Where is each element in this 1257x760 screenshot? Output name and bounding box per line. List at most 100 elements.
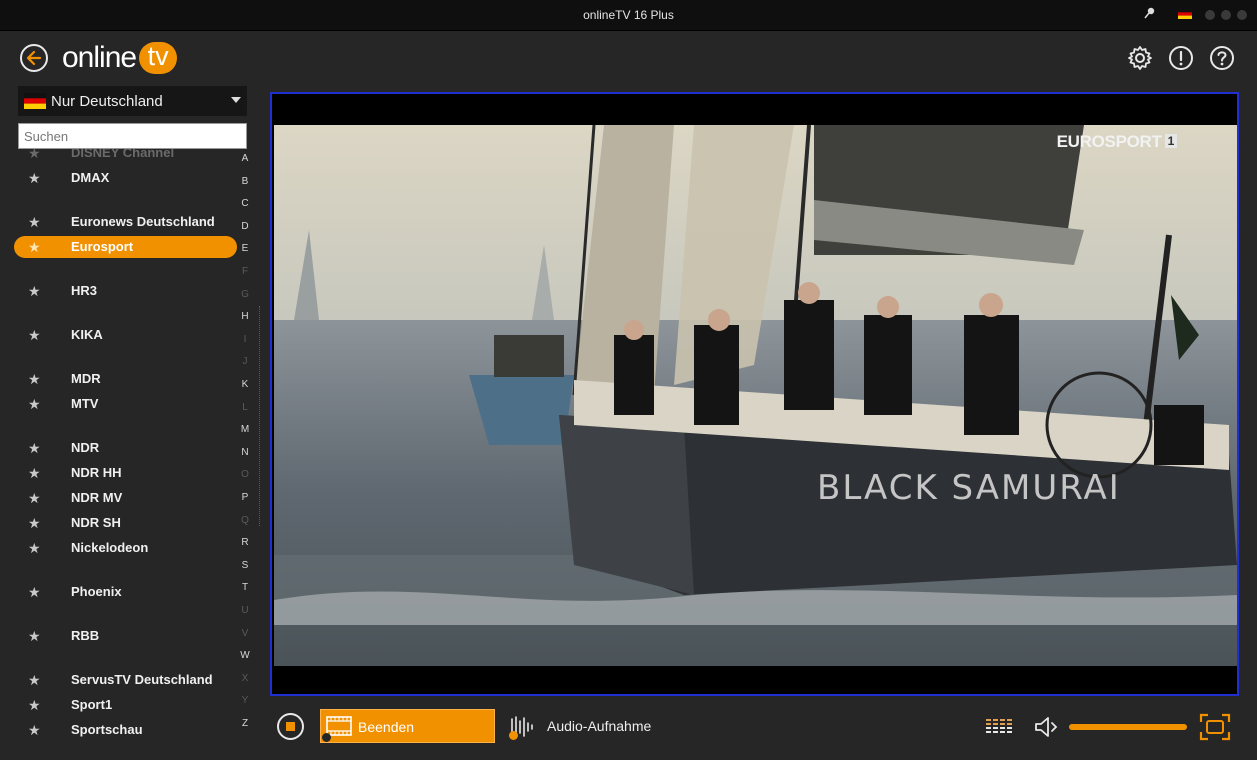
arrow-left-icon <box>26 50 42 66</box>
favorite-star-icon[interactable]: ★ <box>28 465 41 482</box>
channel-name: Sportschau <box>71 722 143 737</box>
alphabet-letter[interactable]: V <box>237 628 253 639</box>
channel-item[interactable]: ★ ServusTV Deutschland <box>14 669 237 691</box>
alphabet-letter[interactable]: N <box>237 447 253 458</box>
channel-item[interactable]: ★ RBB <box>14 625 237 647</box>
channel-item[interactable]: ★ MTV <box>14 393 237 415</box>
alphabet-letter[interactable]: M <box>237 424 253 435</box>
alphabet-letter[interactable]: E <box>237 243 253 254</box>
video-frame <box>274 125 1237 666</box>
channel-item[interactable]: ★ NDR <box>14 437 237 459</box>
favorite-star-icon[interactable]: ★ <box>28 722 41 739</box>
player-controls: Beenden Audio-Aufnahme <box>270 703 1257 751</box>
alphabet-letter[interactable]: B <box>237 176 253 187</box>
channel-name: DISNEY Channel <box>71 149 175 160</box>
channel-item[interactable]: ★ MDR <box>14 368 237 390</box>
volume-slider[interactable] <box>1069 724 1187 730</box>
app-logo: online tv <box>62 41 178 75</box>
channel-item[interactable]: ★ DMAX <box>14 167 237 189</box>
favorite-star-icon[interactable]: ★ <box>28 697 41 714</box>
stop-button[interactable] <box>277 713 304 740</box>
favorite-star-icon[interactable]: ★ <box>28 540 41 557</box>
favorite-star-icon[interactable]: ★ <box>28 214 41 231</box>
back-button[interactable] <box>20 44 48 72</box>
alphabet-letter[interactable]: X <box>237 673 253 684</box>
favorite-star-icon[interactable]: ★ <box>28 283 41 300</box>
alphabet-letter[interactable]: C <box>237 198 253 209</box>
favorite-star-icon[interactable]: ★ <box>28 490 41 507</box>
stop-recording-button[interactable]: Beenden <box>320 709 495 743</box>
maximize-button[interactable] <box>1221 10 1231 20</box>
speaker-icon[interactable] <box>1033 715 1061 739</box>
channel-item[interactable]: ★ KIKA <box>14 324 237 346</box>
alphabet-letter[interactable]: L <box>237 402 253 413</box>
alphabet-letter[interactable]: P <box>237 492 253 503</box>
alphabet-letter[interactable]: Y <box>237 695 253 706</box>
channel-name: Sport1 <box>71 697 113 712</box>
channel-name: ServusTV Deutschland <box>71 672 213 687</box>
favorite-star-icon[interactable]: ★ <box>28 327 41 344</box>
channel-item[interactable]: ★ NDR HH <box>14 462 237 484</box>
channel-item[interactable]: ★ Nickelodeon <box>14 537 237 559</box>
channel-item[interactable]: ★ Sport1 <box>14 694 237 716</box>
alphabet-letter[interactable]: U <box>237 605 253 616</box>
audio-record-label[interactable]: Audio-Aufnahme <box>547 718 651 734</box>
favorite-star-icon[interactable]: ★ <box>28 170 41 187</box>
favorite-star-icon[interactable]: ★ <box>28 672 41 689</box>
channel-name: NDR MV <box>71 490 123 505</box>
search-input[interactable] <box>18 123 247 149</box>
favorite-star-icon[interactable]: ★ <box>28 396 41 413</box>
alphabet-letter[interactable]: Q <box>237 515 253 526</box>
alphabet-letter[interactable]: R <box>237 537 253 548</box>
channel-name: Phoenix <box>71 584 122 599</box>
alphabet-letter[interactable]: W <box>237 650 253 661</box>
settings-gear-icon[interactable] <box>1127 45 1153 71</box>
favorite-star-icon[interactable]: ★ <box>28 628 41 645</box>
close-button[interactable] <box>1237 10 1247 20</box>
alphabet-letter[interactable]: O <box>237 469 253 480</box>
alphabet-letter[interactable]: A <box>237 153 253 164</box>
info-exclamation-icon[interactable] <box>1168 45 1194 71</box>
alphabet-letter[interactable]: K <box>237 379 253 390</box>
channel-item[interactable]: ★ Phoenix <box>14 581 237 603</box>
equalizer-icon[interactable] <box>985 717 1015 735</box>
logo-tv-badge: tv <box>139 41 178 74</box>
channel-item[interactable]: ★ Sportschau <box>14 719 237 741</box>
alphabet-letter[interactable]: H <box>237 311 253 322</box>
fullscreen-icon[interactable] <box>1199 713 1231 741</box>
alphabet-letter[interactable]: T <box>237 582 253 593</box>
channel-item[interactable]: ★ HR3 <box>14 280 237 302</box>
stop-icon <box>286 722 295 731</box>
channel-list-scrollbar[interactable] <box>259 306 262 526</box>
favorite-star-icon[interactable]: ★ <box>28 440 41 457</box>
chevron-down-icon <box>231 97 241 103</box>
channel-item[interactable]: ★ Eurosport <box>14 236 237 258</box>
record-status-dot <box>322 733 331 742</box>
channel-name: Euronews Deutschland <box>71 214 215 229</box>
alphabet-letter[interactable]: F <box>237 266 253 277</box>
alphabet-letter[interactable]: D <box>237 221 253 232</box>
favorite-star-icon[interactable]: ★ <box>28 371 41 388</box>
alphabet-letter[interactable]: J <box>237 356 253 367</box>
alphabet-letter[interactable]: S <box>237 560 253 571</box>
flag-de-icon[interactable] <box>1178 9 1192 19</box>
favorite-star-icon[interactable]: ★ <box>28 149 41 162</box>
alphabet-letter[interactable]: Z <box>237 718 253 729</box>
channel-item[interactable]: ★ DISNEY Channel <box>14 149 237 164</box>
channel-item[interactable]: ★ NDR SH <box>14 512 237 534</box>
country-dropdown[interactable]: Nur Deutschland <box>18 86 247 116</box>
channel-item[interactable]: ★ Euronews Deutschland <box>14 211 237 233</box>
alphabet-letter[interactable]: G <box>237 289 253 300</box>
video-player[interactable]: EUROSPORT 1 BLACK SAMURAI <box>270 92 1239 696</box>
favorite-star-icon[interactable]: ★ <box>28 584 41 601</box>
help-question-icon[interactable] <box>1209 45 1235 71</box>
channel-name: Nickelodeon <box>71 540 149 555</box>
favorite-star-icon[interactable]: ★ <box>28 515 41 532</box>
minimize-button[interactable] <box>1205 10 1215 20</box>
favorite-star-icon[interactable]: ★ <box>28 239 41 256</box>
channel-name: MTV <box>71 396 99 411</box>
channel-item[interactable]: ★ NDR MV <box>14 487 237 509</box>
volume-fill <box>1069 724 1187 730</box>
alphabet-letter[interactable]: I <box>237 334 253 345</box>
pin-icon[interactable] <box>1143 6 1157 20</box>
